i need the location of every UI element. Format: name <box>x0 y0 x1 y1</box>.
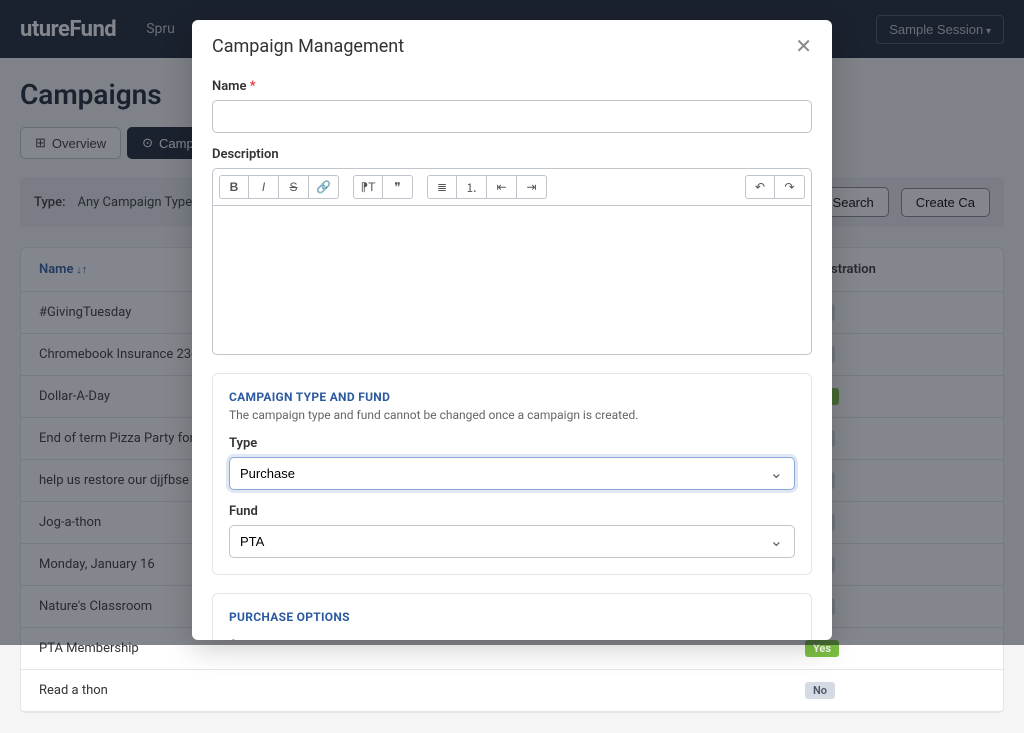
indent-button[interactable]: ⇥ <box>517 175 547 199</box>
richtext-toolbar: B I S 🔗 ⁋T ❞ ≣ ⒈ ⇤ ⇥ ↶ ↷ <box>212 168 812 205</box>
quote-icon: ❞ <box>394 180 400 194</box>
number-list-icon: ⒈ <box>465 179 477 196</box>
italic-icon: I <box>262 180 265 194</box>
purchase-options-card: PURCHASE OPTIONS Amount <box>212 593 812 640</box>
name-label-text: Name <box>212 79 246 94</box>
required-indicator: * <box>250 79 256 94</box>
italic-button[interactable]: I <box>249 175 279 199</box>
description-editor[interactable] <box>212 205 812 355</box>
type-label: Type <box>229 436 795 451</box>
number-list-button[interactable]: ⒈ <box>457 175 487 199</box>
modal-title: Campaign Management <box>212 36 404 57</box>
campaign-name: Read a thon <box>39 683 805 698</box>
link-button[interactable]: 🔗 <box>309 175 339 199</box>
modal-header: Campaign Management ✕ <box>192 20 832 73</box>
description-label: Description <box>212 147 812 162</box>
campaign-type-sub: The campaign type and fund cannot be cha… <box>229 408 795 422</box>
bullet-list-button[interactable]: ≣ <box>427 175 457 199</box>
registration-badge: No <box>805 682 835 699</box>
close-icon: ✕ <box>795 36 812 58</box>
bold-button[interactable]: B <box>219 175 249 199</box>
fund-select[interactable]: PTA <box>229 525 795 558</box>
undo-button[interactable]: ↶ <box>745 175 775 199</box>
outdent-button[interactable]: ⇤ <box>487 175 517 199</box>
indent-icon: ⇥ <box>526 180 536 194</box>
close-button[interactable]: ✕ <box>795 37 812 57</box>
outdent-icon: ⇤ <box>496 180 506 194</box>
campaign-type-card: CAMPAIGN TYPE AND FUND The campaign type… <box>212 373 812 575</box>
strike-icon: S <box>289 180 297 194</box>
fund-label: Fund <box>229 504 795 519</box>
bold-icon: B <box>230 180 239 194</box>
link-icon: 🔗 <box>316 180 331 194</box>
amount-label: Amount <box>229 638 795 640</box>
bullet-list-icon: ≣ <box>437 180 447 194</box>
name-input[interactable] <box>212 100 812 133</box>
strike-button[interactable]: S <box>279 175 309 199</box>
undo-icon: ↶ <box>755 180 765 194</box>
heading-button[interactable]: ⁋T <box>353 175 383 199</box>
heading-icon: ⁋T <box>361 180 376 194</box>
registration-cell: No <box>805 682 985 699</box>
name-label: Name * <box>212 79 812 94</box>
redo-button[interactable]: ↷ <box>775 175 805 199</box>
type-select[interactable]: Purchase <box>229 457 795 490</box>
campaign-type-heading: CAMPAIGN TYPE AND FUND <box>229 390 795 404</box>
quote-button[interactable]: ❞ <box>383 175 413 199</box>
campaign-management-modal: Campaign Management ✕ Name * Description… <box>192 20 832 640</box>
table-row[interactable]: Read a thonNo <box>21 670 1003 712</box>
purchase-options-heading: PURCHASE OPTIONS <box>229 610 795 624</box>
modal-body: Name * Description B I S 🔗 ⁋T ❞ ≣ <box>192 73 832 640</box>
redo-icon: ↷ <box>784 180 794 194</box>
